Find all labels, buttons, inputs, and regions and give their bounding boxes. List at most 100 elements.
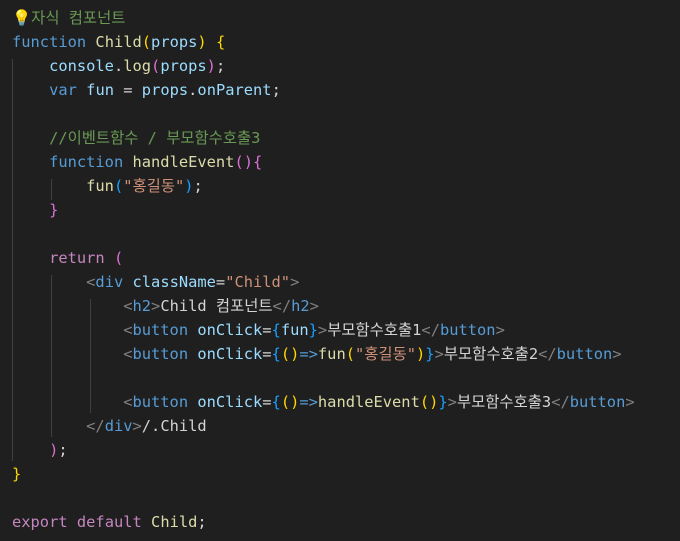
code-token: "홍길동": [355, 345, 417, 363]
code-line[interactable]: //이벤트함수 / 부모함수호출3: [12, 126, 260, 150]
code-token: ): [416, 345, 426, 363]
code-token: function: [12, 33, 87, 51]
code-token: button: [439, 321, 496, 339]
code-token: =: [262, 321, 272, 339]
code-line[interactable]: console.log(props);: [12, 54, 225, 78]
code-token: onClick: [197, 321, 263, 339]
code-token: }: [308, 321, 318, 339]
code-token: onClick: [197, 393, 263, 411]
code-token: default: [76, 513, 142, 531]
code-token: button: [132, 345, 189, 363]
code-token: button: [569, 393, 626, 411]
code-token: className: [132, 273, 216, 291]
code-token: >: [151, 297, 161, 315]
code-token: =: [215, 273, 226, 291]
code-token: >: [317, 321, 328, 339]
lightbulb-icon: 💡: [12, 9, 32, 27]
code-token: >: [447, 393, 457, 411]
code-token: ;: [271, 81, 281, 99]
code-token: button: [132, 393, 189, 411]
code-token: (): [419, 393, 439, 411]
code-token: ): [206, 57, 216, 75]
code-line[interactable]: <div className="Child">: [12, 270, 299, 294]
code-token: return: [49, 249, 105, 267]
code-token: onParent: [197, 81, 272, 99]
code-line[interactable]: }: [12, 462, 21, 486]
code-token: props: [151, 33, 198, 51]
code-line[interactable]: <h2>Child 컴포넌트</h2>: [12, 294, 319, 318]
code-token: handleEvent: [317, 393, 420, 411]
code-token: >: [132, 417, 142, 435]
code-token: </: [551, 393, 570, 411]
code-token: 부모함수호출2: [443, 345, 539, 363]
code-line[interactable]: <button onClick={fun}>부모함수호출1</button>: [12, 318, 505, 342]
code-token: log: [123, 57, 152, 75]
code-line[interactable]: <button onClick={()=>fun("홍길동")}>부모함수호출2…: [12, 342, 621, 366]
code-token: 자식 컴포넌트: [31, 9, 126, 27]
code-token: (: [151, 57, 161, 75]
code-line[interactable]: fun("홍길동");: [12, 174, 203, 198]
code-token: }: [425, 345, 435, 363]
code-token: "홍길동": [123, 177, 185, 195]
code-token: >: [290, 273, 300, 291]
code-token: onClick: [197, 345, 263, 363]
code-token: (): [234, 153, 253, 171]
code-token: button: [556, 345, 613, 363]
code-token: >: [309, 297, 319, 315]
code-line[interactable]: <button onClick={()=>handleEvent()}>부모함수…: [12, 390, 634, 414]
code-token: =>: [299, 393, 318, 411]
code-line[interactable]: </div>/.Child: [12, 414, 207, 438]
code-token: }: [49, 201, 59, 219]
code-token: h2: [291, 297, 310, 315]
code-token: Child 컴포넌트: [160, 297, 273, 315]
code-token: </: [421, 321, 440, 339]
code-line[interactable]: );: [12, 438, 68, 462]
code-token: h2: [132, 297, 152, 315]
code-token: var: [49, 81, 77, 99]
code-token: ;: [58, 441, 68, 459]
code-token: props: [141, 81, 189, 99]
code-token: {: [271, 321, 281, 339]
code-token: >: [495, 321, 505, 339]
code-token: div: [95, 273, 124, 291]
code-line[interactable]: var fun = props.onParent;: [12, 78, 281, 102]
code-token: ;: [215, 57, 226, 75]
code-token: ;: [197, 513, 207, 531]
code-line[interactable]: function handleEvent(){: [12, 150, 262, 174]
code-token: (: [113, 249, 124, 267]
code-token: {: [271, 345, 281, 363]
code-token: console: [49, 57, 114, 75]
code-line[interactable]: function Child(props) {: [12, 30, 225, 54]
code-line[interactable]: }: [12, 198, 58, 222]
code-token: Child: [95, 33, 142, 51]
code-line[interactable]: export default Child;: [12, 510, 207, 534]
code-token: handleEvent: [132, 153, 235, 171]
code-token: =: [262, 345, 272, 363]
code-token: ): [184, 177, 194, 195]
code-token: {: [271, 393, 281, 411]
code-line[interactable]: 💡자식 컴포넌트: [12, 6, 125, 30]
code-token: .: [113, 57, 124, 75]
code-token: >: [434, 345, 444, 363]
code-line[interactable]: return (: [12, 246, 123, 270]
code-editor[interactable]: 💡자식 컴포넌트 function Child(props) { console.…: [0, 0, 680, 541]
code-token: </: [86, 417, 105, 435]
